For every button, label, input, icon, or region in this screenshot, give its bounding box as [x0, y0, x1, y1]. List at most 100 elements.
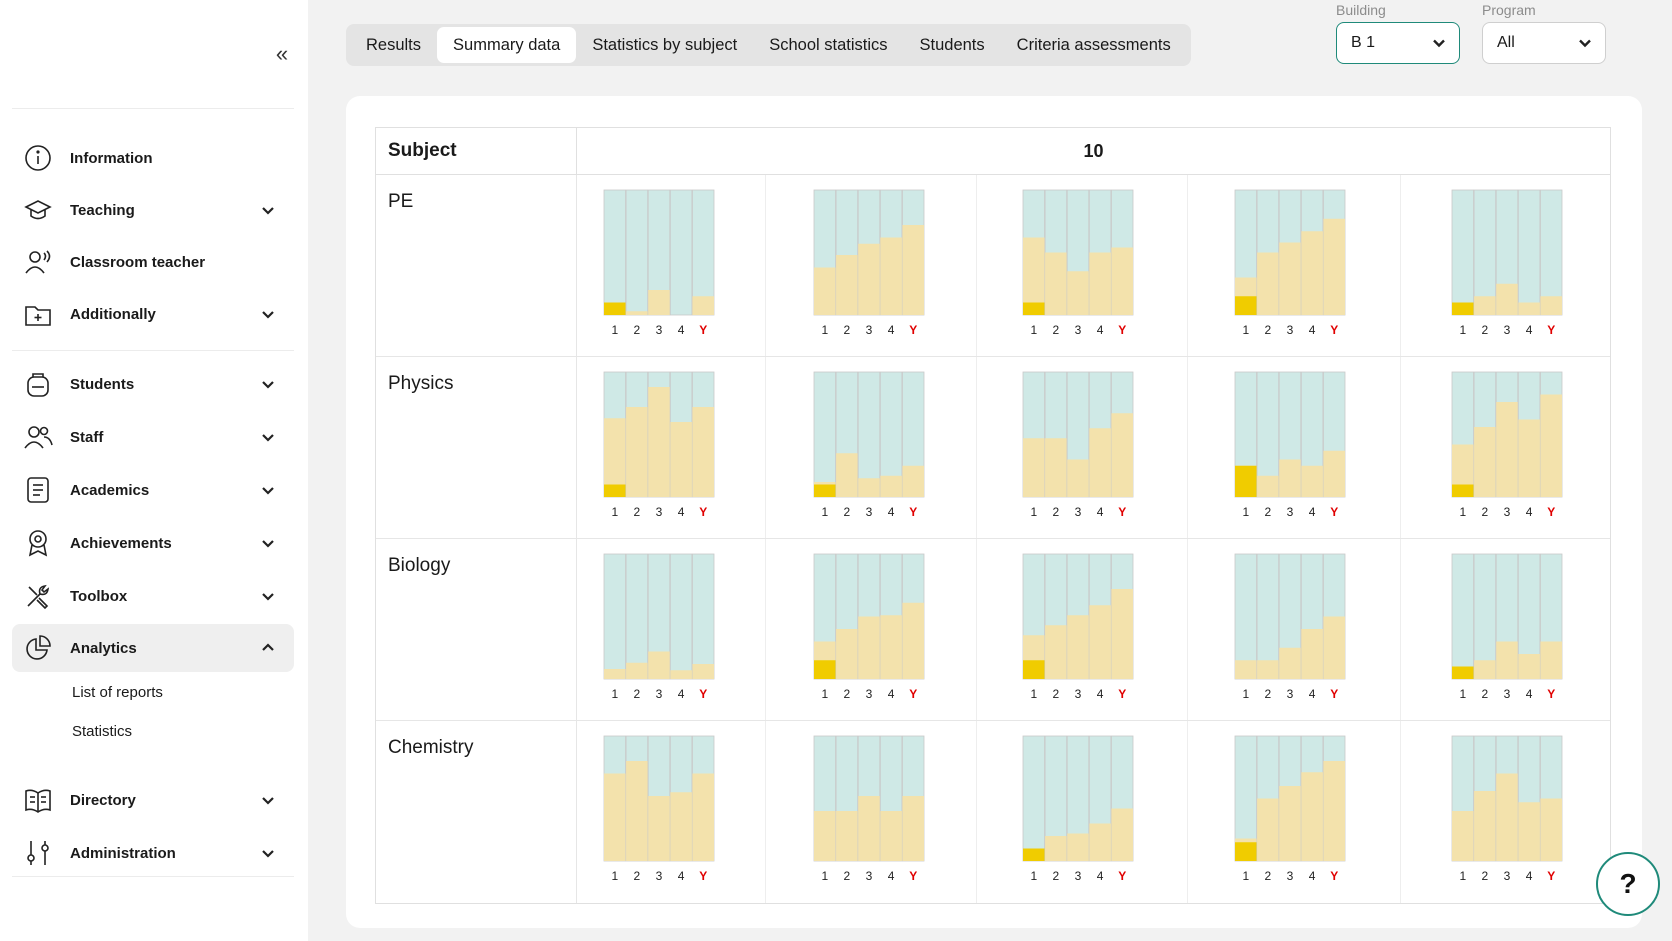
tab-statistics-by-subject[interactable]: Statistics by subject — [576, 27, 753, 63]
mini-bar-chart[interactable]: 1 2 3 4Y — [603, 553, 715, 703]
sidebar-item-teaching[interactable]: Teaching — [12, 186, 294, 234]
bar-fill — [814, 267, 836, 315]
chart-cell: 1 2 3 4Y — [766, 539, 977, 720]
tab-school-statistics[interactable]: School statistics — [753, 27, 903, 63]
bar-fill — [880, 615, 902, 679]
bar-fill — [1540, 641, 1562, 679]
sidebar: « Information Teaching Classroom teacher Ad… — [0, 0, 308, 941]
mini-bar-chart[interactable]: 1 2 3 4Y — [813, 371, 925, 521]
building-label: Building — [1336, 2, 1386, 18]
sidebar-item-achievements[interactable]: Achievements — [12, 519, 294, 567]
chevron-down-icon[interactable] — [258, 200, 278, 220]
bar-fill — [604, 669, 626, 679]
bar-fill — [836, 255, 858, 315]
sidebar-subitem-list-of-reports[interactable]: List of reports — [72, 684, 163, 701]
chart-cell: 1 2 3 4Y — [577, 539, 766, 720]
bar-track — [625, 189, 649, 316]
bar-fill — [670, 422, 692, 497]
bar-fill — [1279, 242, 1301, 315]
bar-fill — [604, 773, 626, 861]
sidebar-item-analytics[interactable]: Analytics — [12, 624, 294, 672]
chevron-down-icon — [1579, 39, 1591, 48]
sidebar-item-administration[interactable]: Administration — [12, 829, 294, 877]
bar-fill — [648, 290, 670, 315]
sidebar-item-label: Information — [70, 149, 153, 167]
sidebar-item-label: Additionally — [70, 305, 156, 323]
bar-fill — [858, 478, 880, 497]
chevron-down-icon[interactable] — [258, 480, 278, 500]
mini-bar-chart[interactable]: 1 2 3 4Y — [603, 735, 715, 885]
chart-cell: 1 2 3 4Y — [1188, 721, 1401, 903]
bar-fill — [902, 602, 924, 679]
bar-highlight — [1023, 302, 1045, 315]
tab-students[interactable]: Students — [904, 27, 1001, 63]
document-icon — [22, 474, 54, 506]
bar-highlight — [1235, 842, 1257, 861]
mini-bar-chart[interactable]: 1 2 3 4Y — [1234, 189, 1346, 339]
collapse-sidebar-icon[interactable]: « — [270, 43, 294, 68]
x-tick-label: 2 — [844, 505, 851, 519]
mini-bar-chart[interactable]: 1 2 3 4Y — [1234, 735, 1346, 885]
mini-bar-chart[interactable]: 1 2 3 4Y — [1022, 735, 1134, 885]
mini-bar-chart[interactable]: 1 2 3 4Y — [1451, 735, 1563, 885]
bar-fill — [1518, 419, 1540, 497]
bar-fill — [880, 237, 902, 315]
mini-bar-chart[interactable]: 1 2 3 4Y — [813, 189, 925, 339]
sidebar-item-additionally[interactable]: Additionally — [12, 290, 294, 338]
chevron-down-icon[interactable] — [258, 427, 278, 447]
program-select[interactable]: All — [1482, 22, 1606, 64]
bar-fill — [1540, 394, 1562, 497]
chart-cell: 1 2 3 4Y — [1401, 175, 1610, 356]
help-button[interactable]: ? — [1596, 852, 1660, 916]
tab-summary-data[interactable]: Summary data — [437, 27, 577, 63]
mini-bar-chart[interactable]: 1 2 3 4Y — [813, 735, 925, 885]
chevron-down-icon[interactable] — [258, 374, 278, 394]
tab-results[interactable]: Results — [350, 27, 437, 63]
chart-cell: 1 2 3 4Y — [977, 175, 1188, 356]
chevron-down-icon[interactable] — [258, 533, 278, 553]
mini-bar-chart[interactable]: 1 2 3 4Y — [603, 371, 715, 521]
building-select[interactable]: B 1 — [1336, 22, 1460, 64]
mini-bar-chart[interactable]: 1 2 3 4Y — [1234, 553, 1346, 703]
program-filter: Program All — [1482, 0, 1606, 64]
chart-cell: 1 2 3 4Y — [1188, 175, 1401, 356]
mini-bar-chart[interactable]: 1 2 3 4Y — [1022, 189, 1134, 339]
sidebar-item-directory[interactable]: Directory — [12, 776, 294, 824]
x-tick-label: 3 — [866, 687, 873, 701]
mini-bar-chart[interactable]: 1 2 3 4Y — [1451, 189, 1563, 339]
x-tick-label: Y — [1330, 323, 1338, 337]
sidebar-item-toolbox[interactable]: Toolbox — [12, 572, 294, 620]
sidebar-item-academics[interactable]: Academics — [12, 466, 294, 514]
chevron-up-icon[interactable] — [258, 638, 278, 658]
x-tick-label: 1 — [1030, 687, 1037, 701]
bar-fill — [1323, 616, 1345, 679]
chevron-down-icon[interactable] — [258, 843, 278, 863]
bar-fill — [1323, 761, 1345, 861]
bar-fill — [880, 475, 902, 497]
sidebar-subitem-statistics[interactable]: Statistics — [72, 723, 132, 740]
sidebar-item-information[interactable]: Information — [12, 134, 294, 182]
chevron-down-icon[interactable] — [258, 790, 278, 810]
chart-svg: 1 2 3 4Y — [1451, 189, 1563, 337]
chevron-down-icon[interactable] — [258, 586, 278, 606]
bar-fill — [1301, 465, 1323, 497]
tab-criteria-assessments[interactable]: Criteria assessments — [1001, 27, 1187, 63]
x-tick-label: 1 — [1242, 505, 1249, 519]
mini-bar-chart[interactable]: 1 2 3 4Y — [603, 189, 715, 339]
bar-fill — [902, 796, 924, 861]
mini-bar-chart[interactable]: 1 2 3 4Y — [1234, 371, 1346, 521]
mini-bar-chart[interactable]: 1 2 3 4Y — [813, 553, 925, 703]
folder-plus-icon — [22, 298, 54, 330]
mini-bar-chart[interactable]: 1 2 3 4Y — [1022, 371, 1134, 521]
sidebar-item-staff[interactable]: Staff — [12, 413, 294, 461]
bar-fill — [1111, 247, 1133, 315]
chevron-down-icon[interactable] — [258, 304, 278, 324]
mini-bar-chart[interactable]: 1 2 3 4Y — [1022, 553, 1134, 703]
sidebar-item-label: Teaching — [70, 201, 135, 219]
bar-fill — [1518, 654, 1540, 679]
mini-bar-chart[interactable]: 1 2 3 4Y — [1451, 371, 1563, 521]
mini-bar-chart[interactable]: 1 2 3 4Y — [1451, 553, 1563, 703]
bar-fill — [692, 296, 714, 315]
sidebar-item-students[interactable]: Students — [12, 360, 294, 408]
sidebar-item-classroom-teacher[interactable]: Classroom teacher — [12, 238, 294, 286]
